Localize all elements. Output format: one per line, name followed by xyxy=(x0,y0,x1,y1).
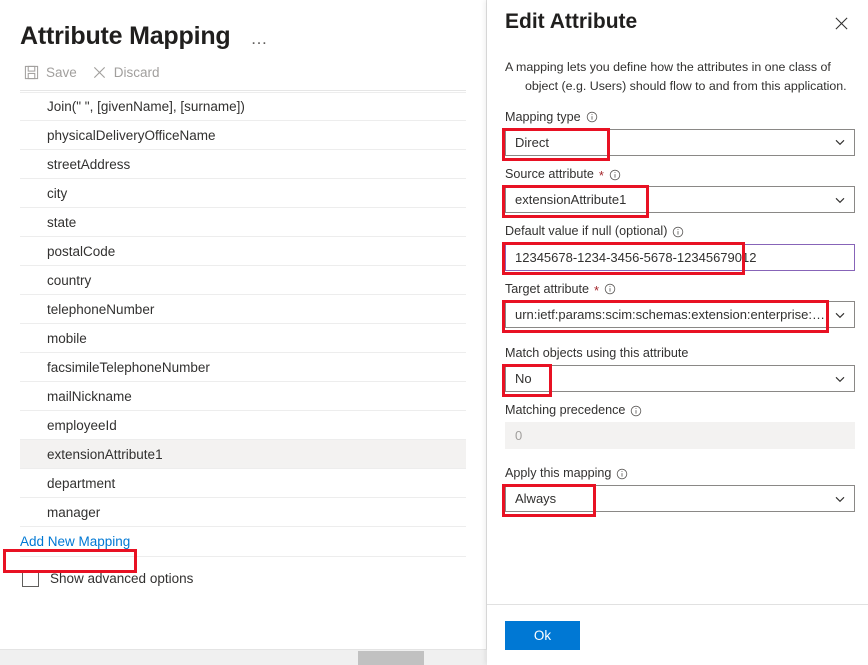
show-advanced-options-checkbox[interactable] xyxy=(22,570,39,587)
add-new-mapping-row: Add New Mapping xyxy=(20,527,466,557)
table-row[interactable]: manager xyxy=(20,498,466,527)
panel-footer: Ok xyxy=(487,604,868,665)
field-label-text: Matching precedence xyxy=(505,403,626,418)
overflow-menu-icon[interactable]: … xyxy=(250,30,268,47)
field-label-text: Target attribute xyxy=(505,281,590,296)
attribute-mapping-screen: Attribute Mapping … Save Discard Join(" … xyxy=(0,0,868,665)
field-label-mapping-type: Mapping type xyxy=(505,110,855,125)
info-icon[interactable] xyxy=(672,226,684,238)
required-indicator: * xyxy=(598,167,604,183)
info-icon[interactable] xyxy=(630,405,642,417)
chevron-down-icon xyxy=(826,373,854,385)
field-label-text: Mapping type xyxy=(505,109,581,124)
table-row[interactable]: postalCode xyxy=(20,237,466,266)
ok-button[interactable]: Ok xyxy=(505,620,580,650)
field-matching-precedence: Matching precedence 0 xyxy=(505,403,855,450)
match-objects-dropdown[interactable]: No xyxy=(505,365,855,393)
table-row[interactable]: employeeId xyxy=(20,411,466,440)
field-match-objects: Match objects using this attribute No xyxy=(502,346,855,398)
table-row[interactable]: country xyxy=(20,266,466,295)
mapping-type-dropdown[interactable]: Direct xyxy=(505,128,855,156)
chevron-down-icon xyxy=(826,309,854,321)
panel-description: A mapping lets you define how the attrib… xyxy=(487,44,868,96)
field-apply-this-mapping: Apply this mapping Always xyxy=(502,466,855,518)
table-row[interactable]: mailNickname xyxy=(20,382,466,411)
chevron-down-icon xyxy=(826,493,854,505)
apply-this-mapping-value: Always xyxy=(515,491,557,507)
add-new-mapping-link[interactable]: Add New Mapping xyxy=(20,534,131,549)
close-icon[interactable] xyxy=(828,10,854,36)
required-indicator: * xyxy=(594,282,600,298)
close-x-icon xyxy=(92,65,107,80)
mapping-type-value: Direct xyxy=(515,134,549,150)
table-row[interactable]: city xyxy=(20,179,466,208)
table-row[interactable]: mobile xyxy=(20,324,466,353)
field-label-apply-this-mapping: Apply this mapping xyxy=(505,466,855,481)
attribute-mapping-pane: Attribute Mapping … Save Discard Join(" … xyxy=(0,0,487,665)
table-row[interactable]: Join(" ", [givenName], [surname]) xyxy=(20,92,466,121)
field-label-default-value: Default value if null (optional) xyxy=(505,224,855,239)
field-label-target-attribute: Target attribute * xyxy=(505,282,855,298)
toolbar-divider xyxy=(20,90,466,91)
field-label-text: Apply this mapping xyxy=(505,466,612,481)
save-icon xyxy=(24,65,39,80)
discard-button[interactable]: Discard xyxy=(90,62,167,83)
panel-body: Mapping type Direct Source attribute * e… xyxy=(487,96,868,604)
field-source-attribute: Source attribute * extensionAttribute1 xyxy=(502,167,855,218)
field-label-text: Source attribute xyxy=(505,167,594,182)
table-row[interactable]: telephoneNumber xyxy=(20,295,466,324)
info-icon[interactable] xyxy=(609,169,621,181)
target-attribute-dropdown[interactable]: urn:ietf:params:scim:schemas:extension:e… xyxy=(505,301,855,329)
table-row-selected[interactable]: extensionAttribute1 xyxy=(20,440,466,469)
horizontal-scrollbar-thumb[interactable] xyxy=(358,651,424,665)
save-button-label: Save xyxy=(46,64,77,80)
panel-header: Edit Attribute xyxy=(487,0,868,44)
chevron-down-icon xyxy=(826,194,854,206)
table-row[interactable]: department xyxy=(20,469,466,498)
field-label-source-attribute: Source attribute * xyxy=(505,167,855,183)
save-button[interactable]: Save xyxy=(22,62,84,83)
page-title: Attribute Mapping xyxy=(20,21,231,50)
command-bar: Save Discard xyxy=(0,46,486,80)
field-label-text: Default value if null (optional) xyxy=(505,224,668,239)
matching-precedence-input: 0 xyxy=(505,422,855,450)
info-icon[interactable] xyxy=(604,283,616,295)
panel-description-line2: object (e.g. Users) should flow to and f… xyxy=(525,78,847,93)
field-label-text: Match objects using this attribute xyxy=(505,346,689,361)
field-label-match-objects: Match objects using this attribute xyxy=(505,346,855,361)
table-row[interactable]: streetAddress xyxy=(20,150,466,179)
table-row[interactable]: facsimileTelephoneNumber xyxy=(20,353,466,382)
discard-button-label: Discard xyxy=(113,64,160,80)
table-row[interactable]: physicalDeliveryOfficeName xyxy=(20,121,466,150)
source-attribute-value: extensionAttribute1 xyxy=(515,192,627,208)
chevron-down-icon xyxy=(826,136,854,148)
page-title-row: Attribute Mapping … xyxy=(0,0,486,50)
horizontal-scrollbar[interactable] xyxy=(0,649,487,665)
default-value-text: 12345678-1234-3456-5678-12345679012 xyxy=(515,249,757,265)
apply-this-mapping-dropdown[interactable]: Always xyxy=(505,485,855,513)
attribute-list: Join(" ", [givenName], [surname]) physic… xyxy=(0,92,486,527)
show-advanced-options-label: Show advanced options xyxy=(50,571,194,586)
match-objects-value: No xyxy=(515,371,532,387)
field-default-value: Default value if null (optional) 1234567… xyxy=(502,224,855,276)
panel-description-line1: A mapping lets you define how the attrib… xyxy=(505,60,831,74)
show-advanced-options-row[interactable]: Show advanced options xyxy=(20,570,486,587)
matching-precedence-value: 0 xyxy=(515,428,523,444)
default-value-input[interactable]: 12345678-1234-3456-5678-12345679012 xyxy=(505,243,855,271)
info-icon[interactable] xyxy=(586,111,598,123)
field-label-matching-precedence: Matching precedence xyxy=(505,403,855,418)
panel-title: Edit Attribute xyxy=(505,10,638,33)
field-mapping-type: Mapping type Direct xyxy=(502,110,855,161)
field-target-attribute: Target attribute * urn:ietf:params:scim:… xyxy=(502,282,855,333)
source-attribute-dropdown[interactable]: extensionAttribute1 xyxy=(505,186,855,214)
target-attribute-value: urn:ietf:params:scim:schemas:extension:e… xyxy=(515,307,826,323)
edit-attribute-panel: Edit Attribute A mapping lets you define… xyxy=(487,0,868,665)
info-icon[interactable] xyxy=(616,468,628,480)
table-row[interactable]: state xyxy=(20,208,466,237)
